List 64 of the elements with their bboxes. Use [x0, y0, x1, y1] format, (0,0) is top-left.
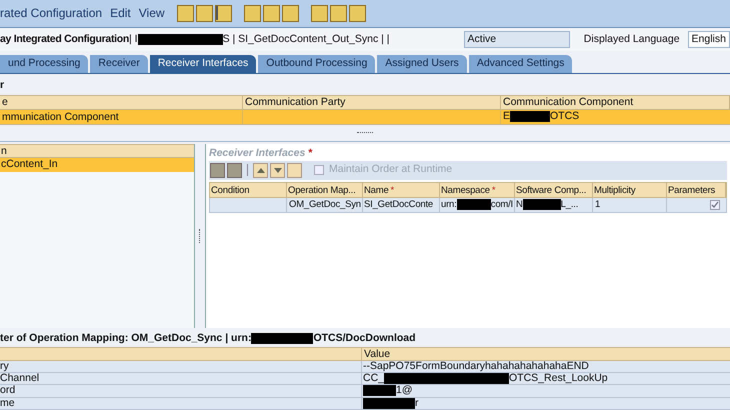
column-header: Multiplicity	[594, 184, 636, 197]
table-cell: L_...	[560, 198, 578, 212]
column-header: Parameters	[668, 184, 716, 197]
splitter-handle[interactable]	[357, 132, 373, 134]
tab[interactable]: und Processing	[0, 55, 88, 74]
table-cell: ry	[0, 360, 9, 372]
tab[interactable]: Receiver	[90, 55, 148, 74]
section-title: OTCS/DocDownload	[313, 330, 416, 346]
menu-item[interactable]: Edit	[110, 4, 131, 22]
redaction-bar	[510, 111, 550, 122]
column-header: Software Comp...	[516, 184, 586, 197]
required-mark: *	[492, 184, 496, 197]
tab[interactable]: Outbound Processing	[258, 55, 376, 74]
required-mark: *	[308, 146, 312, 161]
language-label: Displayed Language	[584, 32, 680, 47]
tab[interactable]: Advanced Settings	[468, 55, 572, 74]
table-cell: com/I	[490, 198, 513, 212]
column-header: Name	[364, 184, 389, 197]
column-header: Operation Map...	[288, 184, 356, 197]
table-cell-text: E	[503, 109, 510, 124]
column-header: Condition	[211, 184, 250, 197]
table-cell: CC_	[363, 373, 384, 384]
redaction-bar	[456, 199, 491, 210]
panel-title: Receiver Interfaces	[209, 146, 306, 161]
table-row[interactable]: mmunication Component E OTCS	[0, 110, 730, 125]
table-cell: SI_GetDocConte	[364, 198, 434, 210]
table-cell: urn:	[441, 198, 457, 212]
delete-row-icon[interactable]	[227, 162, 242, 178]
list-item[interactable]: cContent_In	[0, 158, 194, 172]
object-path: S | SI_GetDocContent_Out_Sync | |	[222, 32, 390, 47]
section-title: ter of Operation Mapping: OM_GetDoc_Sync | urn:	[0, 330, 252, 346]
table-cell: Channel	[0, 372, 40, 384]
table-cell-text: OTCS	[550, 109, 580, 124]
table-cell: 1	[595, 198, 600, 210]
checkbox-label: Maintain Order at Runtime	[329, 162, 452, 178]
app-title: rated Configuration	[0, 5, 102, 22]
table-cell: ord	[0, 384, 16, 396]
table-cell: OTCS_Rest_LookUp	[509, 373, 608, 384]
insert-row-icon[interactable]	[210, 162, 225, 178]
splitter-handle[interactable]	[199, 228, 201, 243]
object-path: | I	[129, 32, 138, 47]
redaction-bar	[251, 333, 314, 344]
menu-item[interactable]: View	[138, 4, 165, 22]
table-cell: r	[415, 398, 418, 409]
table-cell: 1@	[396, 385, 412, 396]
column-header: Value	[363, 348, 392, 360]
redaction-bar	[522, 199, 561, 210]
status-field: Active	[464, 31, 570, 48]
language-field[interactable]: English	[688, 31, 730, 48]
column-header: Communication Component	[501, 96, 730, 109]
column-header: n	[0, 144, 194, 158]
table-cell: OM_GetDoc_Syn	[289, 198, 361, 210]
tab[interactable]: Assigned Users	[377, 55, 467, 74]
section-title: r	[0, 78, 4, 93]
table-cell: me	[0, 396, 15, 409]
page-title: ay Integrated Configuration	[0, 32, 129, 47]
required-mark: *	[390, 184, 394, 197]
table-cell: mmunication Component	[0, 110, 243, 124]
tab[interactable]: Receiver Interfaces	[150, 55, 256, 74]
table-cell: --SapPO75FormBoundaryhahahahahahahaEND	[363, 360, 589, 372]
column-header: Namespace	[441, 184, 490, 197]
column-header: Communication Party	[243, 96, 501, 109]
table-cell: N	[516, 198, 523, 212]
column-header: e	[0, 96, 243, 109]
